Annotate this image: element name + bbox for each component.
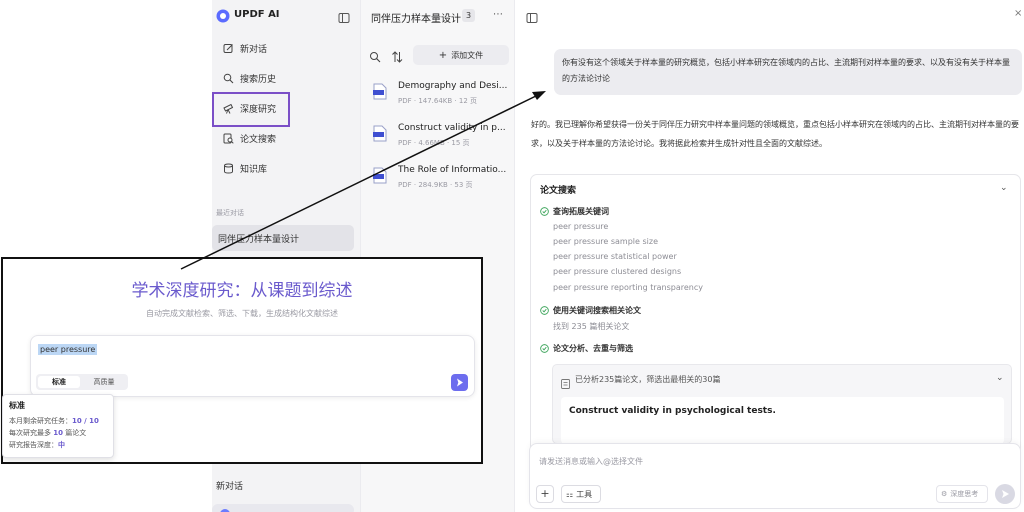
connector-arrow [180,91,546,270]
screenshot-root: UPDF AI 新对话 搜索历史 深度研究 论文搜索 知识库 最近对话 同伴压力… [0,0,1024,512]
